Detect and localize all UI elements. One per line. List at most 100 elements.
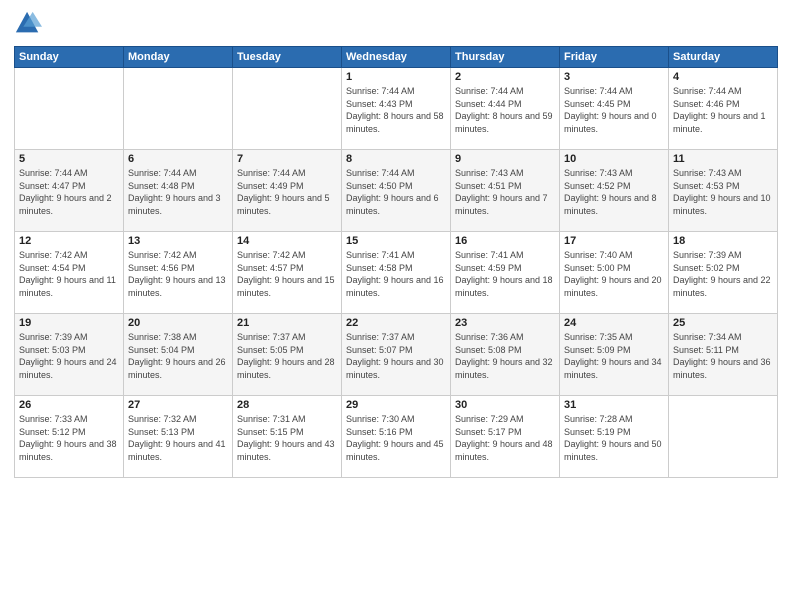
day-info: Sunrise: 7:44 AM Sunset: 4:49 PM Dayligh… xyxy=(237,167,337,217)
calendar-cell: 21Sunrise: 7:37 AM Sunset: 5:05 PM Dayli… xyxy=(233,314,342,396)
calendar-header-row: SundayMondayTuesdayWednesdayThursdayFrid… xyxy=(15,47,778,68)
header xyxy=(14,10,778,38)
calendar-cell xyxy=(15,68,124,150)
logo xyxy=(14,10,46,38)
day-number: 7 xyxy=(237,153,337,165)
calendar-cell: 27 Sunrise: 7:32 AM Sunset: 5:13 PM Dayli… xyxy=(124,396,233,478)
calendar-cell: 15 Sunrise: 7:41 AM Sunset: 4:58 PM Dayli… xyxy=(342,232,451,314)
day-number: 22 xyxy=(346,317,446,329)
day-info: Sunrise: 7:38 AM Sunset: 5:04 PM Dayligh… xyxy=(128,331,228,381)
day-info: Sunrise: 7:41 AM Sunset: 4:58 PM Dayligh… xyxy=(346,249,446,299)
calendar-cell: 22 Sunrise: 7:37 AM Sunset: 5:07 PM Dayli… xyxy=(342,314,451,396)
day-number: 31 xyxy=(564,399,664,411)
calendar-cell: 10 Sunrise: 7:43 AM Sunset: 4:52 PM Dayli… xyxy=(560,150,669,232)
calendar-cell: 3 Sunrise: 7:44 AM Sunset: 4:45 PM Daylig… xyxy=(560,68,669,150)
day-info: Sunrise: 7:31 AM Sunset: 5:15 PM Dayligh… xyxy=(237,413,337,463)
calendar-cell: 23 Sunrise: 7:36 AM Sunset: 5:08 PM Dayli… xyxy=(451,314,560,396)
calendar-week-2: 5 Sunrise: 7:44 AM Sunset: 4:47 PM Daylig… xyxy=(15,150,778,232)
calendar-cell: 6 Sunrise: 7:44 AM Sunset: 4:48 PM Daylig… xyxy=(124,150,233,232)
day-info: Sunrise: 7:44 AM Sunset: 4:50 PM Dayligh… xyxy=(346,167,446,217)
calendar-cell: 5 Sunrise: 7:44 AM Sunset: 4:47 PM Daylig… xyxy=(15,150,124,232)
day-number: 3 xyxy=(564,71,664,83)
day-number: 16 xyxy=(455,235,555,247)
day-number: 23 xyxy=(455,317,555,329)
day-info: Sunrise: 7:35 AM Sunset: 5:09 PM Dayligh… xyxy=(564,331,664,381)
day-number: 11 xyxy=(673,153,773,165)
day-info: Sunrise: 7:44 AM Sunset: 4:48 PM Dayligh… xyxy=(128,167,228,217)
day-info: Sunrise: 7:37 AM Sunset: 5:05 PM Dayligh… xyxy=(237,331,337,381)
calendar-cell: 31 Sunrise: 7:28 AM Sunset: 5:19 PM Dayli… xyxy=(560,396,669,478)
calendar-cell: 17 Sunrise: 7:40 AM Sunset: 5:00 PM Dayli… xyxy=(560,232,669,314)
day-number: 20 xyxy=(128,317,228,329)
day-number: 26 xyxy=(19,399,119,411)
calendar-week-5: 26 Sunrise: 7:33 AM Sunset: 5:12 PM Dayli… xyxy=(15,396,778,478)
day-number: 27 xyxy=(128,399,228,411)
calendar-cell: 18Sunrise: 7:39 AM Sunset: 5:02 PM Dayli… xyxy=(669,232,778,314)
day-info: Sunrise: 7:39 AM Sunset: 5:02 PM Dayligh… xyxy=(673,249,773,299)
day-number: 5 xyxy=(19,153,119,165)
calendar-cell: 19 Sunrise: 7:39 AM Sunset: 5:03 PM Dayli… xyxy=(15,314,124,396)
calendar-week-4: 19 Sunrise: 7:39 AM Sunset: 5:03 PM Dayli… xyxy=(15,314,778,396)
day-number: 10 xyxy=(564,153,664,165)
day-info: Sunrise: 7:44 AM Sunset: 4:46 PM Dayligh… xyxy=(673,85,773,135)
day-number: 25 xyxy=(673,317,773,329)
day-number: 4 xyxy=(673,71,773,83)
day-number: 14 xyxy=(237,235,337,247)
calendar-week-3: 12 Sunrise: 7:42 AM Sunset: 4:54 PM Dayli… xyxy=(15,232,778,314)
calendar-cell: 16 Sunrise: 7:41 AM Sunset: 4:59 PM Dayli… xyxy=(451,232,560,314)
day-info: Sunrise: 7:41 AM Sunset: 4:59 PM Dayligh… xyxy=(455,249,555,299)
calendar-cell: 30 Sunrise: 7:29 AM Sunset: 5:17 PM Dayli… xyxy=(451,396,560,478)
day-number: 15 xyxy=(346,235,446,247)
day-info: Sunrise: 7:30 AM Sunset: 5:16 PM Dayligh… xyxy=(346,413,446,463)
calendar-header-tuesday: Tuesday xyxy=(233,47,342,68)
calendar-cell: 9 Sunrise: 7:43 AM Sunset: 4:51 PM Daylig… xyxy=(451,150,560,232)
day-number: 12 xyxy=(19,235,119,247)
day-info: Sunrise: 7:28 AM Sunset: 5:19 PM Dayligh… xyxy=(564,413,664,463)
day-info: Sunrise: 7:43 AM Sunset: 4:53 PM Dayligh… xyxy=(673,167,773,217)
calendar-cell: 1 Sunrise: 7:44 AM Sunset: 4:43 PM Daylig… xyxy=(342,68,451,150)
calendar-header-friday: Friday xyxy=(560,47,669,68)
day-number: 9 xyxy=(455,153,555,165)
day-number: 24 xyxy=(564,317,664,329)
calendar-cell: 11 Sunrise: 7:43 AM Sunset: 4:53 PM Dayli… xyxy=(669,150,778,232)
calendar-header-sunday: Sunday xyxy=(15,47,124,68)
day-info: Sunrise: 7:44 AM Sunset: 4:45 PM Dayligh… xyxy=(564,85,664,135)
logo-icon xyxy=(14,10,42,38)
calendar-header-monday: Monday xyxy=(124,47,233,68)
day-info: Sunrise: 7:43 AM Sunset: 4:52 PM Dayligh… xyxy=(564,167,664,217)
calendar-header-wednesday: Wednesday xyxy=(342,47,451,68)
day-number: 13 xyxy=(128,235,228,247)
day-number: 30 xyxy=(455,399,555,411)
day-info: Sunrise: 7:39 AM Sunset: 5:03 PM Dayligh… xyxy=(19,331,119,381)
day-number: 8 xyxy=(346,153,446,165)
calendar-cell xyxy=(124,68,233,150)
day-info: Sunrise: 7:43 AM Sunset: 4:51 PM Dayligh… xyxy=(455,167,555,217)
day-info: Sunrise: 7:44 AM Sunset: 4:43 PM Dayligh… xyxy=(346,85,446,135)
calendar-week-1: 1 Sunrise: 7:44 AM Sunset: 4:43 PM Daylig… xyxy=(15,68,778,150)
calendar-cell xyxy=(233,68,342,150)
day-number: 6 xyxy=(128,153,228,165)
day-info: Sunrise: 7:44 AM Sunset: 4:44 PM Dayligh… xyxy=(455,85,555,135)
calendar-cell: 29 Sunrise: 7:30 AM Sunset: 5:16 PM Dayli… xyxy=(342,396,451,478)
calendar-cell: 2Sunrise: 7:44 AM Sunset: 4:44 PM Daylig… xyxy=(451,68,560,150)
day-number: 29 xyxy=(346,399,446,411)
day-info: Sunrise: 7:33 AM Sunset: 5:12 PM Dayligh… xyxy=(19,413,119,463)
day-info: Sunrise: 7:44 AM Sunset: 4:47 PM Dayligh… xyxy=(19,167,119,217)
calendar-cell: 20 Sunrise: 7:38 AM Sunset: 5:04 PM Dayli… xyxy=(124,314,233,396)
calendar-cell: 4 Sunrise: 7:44 AM Sunset: 4:46 PM Daylig… xyxy=(669,68,778,150)
day-number: 28 xyxy=(237,399,337,411)
day-info: Sunrise: 7:34 AM Sunset: 5:11 PM Dayligh… xyxy=(673,331,773,381)
calendar: SundayMondayTuesdayWednesdayThursdayFrid… xyxy=(14,46,778,478)
day-info: Sunrise: 7:40 AM Sunset: 5:00 PM Dayligh… xyxy=(564,249,664,299)
day-info: Sunrise: 7:32 AM Sunset: 5:13 PM Dayligh… xyxy=(128,413,228,463)
day-info: Sunrise: 7:42 AM Sunset: 4:57 PM Dayligh… xyxy=(237,249,337,299)
calendar-cell: 28 Sunrise: 7:31 AM Sunset: 5:15 PM Dayli… xyxy=(233,396,342,478)
day-info: Sunrise: 7:36 AM Sunset: 5:08 PM Dayligh… xyxy=(455,331,555,381)
day-info: Sunrise: 7:29 AM Sunset: 5:17 PM Dayligh… xyxy=(455,413,555,463)
day-number: 19 xyxy=(19,317,119,329)
day-info: Sunrise: 7:42 AM Sunset: 4:54 PM Dayligh… xyxy=(19,249,119,299)
page-container: SundayMondayTuesdayWednesdayThursdayFrid… xyxy=(0,0,792,612)
day-number: 1 xyxy=(346,71,446,83)
day-info: Sunrise: 7:37 AM Sunset: 5:07 PM Dayligh… xyxy=(346,331,446,381)
day-number: 17 xyxy=(564,235,664,247)
